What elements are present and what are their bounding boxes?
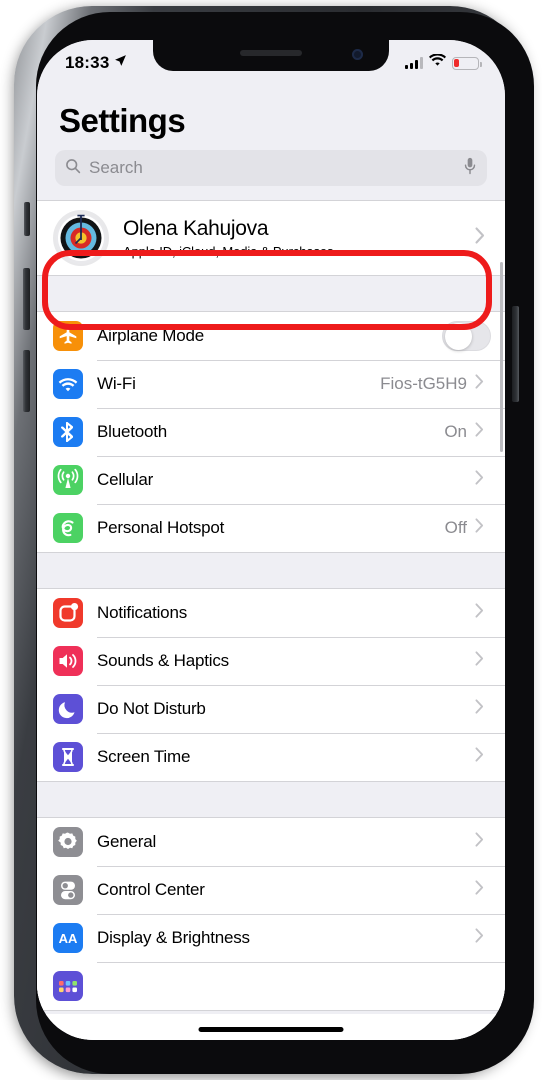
settings-row-control-center[interactable]: Control Center: [37, 866, 505, 914]
front-camera: [352, 49, 363, 60]
moon-icon: [53, 694, 83, 724]
general-group: General Control Center AA Display & Brig…: [37, 817, 505, 1011]
section-gap: [37, 553, 505, 588]
settings-row-label: Airplane Mode: [97, 326, 205, 345]
status-time: 18:33: [65, 53, 110, 72]
chevron-right-icon: [475, 227, 491, 249]
chevron-right-icon: [475, 699, 491, 719]
chevron-right-icon: [475, 518, 491, 538]
volume-up-button[interactable]: [23, 268, 30, 330]
settings-row-label: Screen Time: [97, 747, 191, 766]
volume-down-button[interactable]: [23, 350, 30, 412]
apple-id-group: Olena Kahujova Apple ID, iCloud, Media &…: [37, 200, 505, 276]
chevron-right-icon: [475, 832, 491, 852]
settings-scroll-content[interactable]: Settings Search Olena Kahujova Apple ID,…: [37, 80, 505, 1040]
settings-row-label: General: [97, 832, 157, 851]
earpiece-speaker: [240, 50, 302, 56]
apple-id-row[interactable]: Olena Kahujova Apple ID, iCloud, Media &…: [37, 201, 505, 275]
notifications-group: Notifications Sounds & Haptics Do Not Di…: [37, 588, 505, 782]
settings-row-personal-hotspot[interactable]: Personal Hotspot Off: [37, 504, 505, 552]
scroll-indicator[interactable]: [499, 262, 503, 452]
settings-row-value: Fios-tG5H9: [380, 374, 467, 393]
notch: [153, 40, 389, 71]
settings-row-bluetooth[interactable]: Bluetooth On: [37, 408, 505, 456]
notifications-badge-icon: [53, 598, 83, 628]
apple-id-subtitle: Apple ID, iCloud, Media & Purchases: [123, 244, 334, 259]
speaker-waves-icon: [53, 646, 83, 676]
wifi-icon: [53, 369, 83, 399]
chevron-right-icon: [475, 880, 491, 900]
hourglass-icon: [53, 742, 83, 772]
settings-row-wifi[interactable]: Wi-Fi Fios-tG5H9: [37, 360, 505, 408]
settings-row-partial[interactable]: [37, 962, 505, 1010]
settings-row-label: Notifications: [97, 603, 187, 622]
settings-row-screen-time[interactable]: Screen Time: [37, 733, 505, 781]
settings-row-sounds-haptics[interactable]: Sounds & Haptics: [37, 637, 505, 685]
chevron-right-icon: [475, 422, 491, 442]
status-bar-left: 18:33: [65, 53, 127, 73]
gear-icon: [53, 827, 83, 857]
settings-row-label: Display & Brightness: [97, 928, 250, 947]
settings-row-value: Off: [444, 518, 467, 537]
cellular-signal-icon: [404, 57, 423, 69]
microphone-icon[interactable]: [463, 157, 477, 180]
settings-row-airplane-mode[interactable]: Airplane Mode: [37, 312, 505, 360]
wifi-icon: [429, 53, 446, 72]
chevron-right-icon: [475, 374, 491, 394]
settings-row-label: Sounds & Haptics: [97, 651, 229, 670]
settings-row-display-brightness[interactable]: AA Display & Brightness: [37, 914, 505, 962]
bluetooth-icon: [53, 417, 83, 447]
phone-screen: 18:33 Settings Search Olena Kahujova App…: [37, 40, 505, 1040]
location-arrow-icon: [114, 54, 127, 72]
settings-row-general[interactable]: General: [37, 818, 505, 866]
search-placeholder: Search: [89, 158, 143, 177]
chevron-right-icon: [475, 928, 491, 948]
settings-row-notifications[interactable]: Notifications: [37, 589, 505, 637]
connectivity-group: Airplane Mode Wi-Fi Fios-tG5H9 Bluetooth…: [37, 311, 505, 553]
search-input[interactable]: Search: [55, 150, 487, 186]
control-toggles-icon: [53, 875, 83, 905]
svg-text:AA: AA: [59, 931, 78, 946]
airplane-mode-toggle[interactable]: [442, 321, 491, 351]
page-title: Settings: [59, 102, 186, 139]
hotspot-link-icon: [53, 513, 83, 543]
search-icon: [65, 158, 81, 179]
settings-row-cellular[interactable]: Cellular: [37, 456, 505, 504]
settings-row-label: Control Center: [97, 880, 205, 899]
settings-row-label: Bluetooth: [97, 422, 168, 441]
search-container: Search: [37, 150, 505, 200]
settings-row-label: Do Not Disturb: [97, 699, 206, 718]
settings-row-label: Wi-Fi: [97, 374, 136, 393]
chevron-right-icon: [475, 651, 491, 671]
home-indicator[interactable]: [198, 1027, 344, 1032]
power-button[interactable]: [512, 306, 519, 402]
display-aa-icon: AA: [53, 923, 83, 953]
apple-id-text: Olena Kahujova Apple ID, iCloud, Media &…: [123, 217, 475, 259]
settings-row-do-not-disturb[interactable]: Do Not Disturb: [37, 685, 505, 733]
section-gap: [37, 276, 505, 311]
cellular-antenna-icon: [53, 465, 83, 495]
chevron-right-icon: [475, 470, 491, 490]
archery-target-avatar: [53, 210, 109, 266]
home-screen-grid-icon: [53, 971, 83, 1001]
chevron-right-icon: [475, 747, 491, 767]
status-bar-right: [404, 53, 482, 72]
settings-row-label: Cellular: [97, 470, 154, 489]
airplane-icon: [53, 321, 83, 351]
silent-switch[interactable]: [24, 202, 30, 236]
settings-row-value: On: [444, 422, 467, 441]
battery-low-icon: [452, 56, 482, 70]
apple-id-name: Olena Kahujova: [123, 217, 269, 240]
chevron-right-icon: [475, 603, 491, 623]
settings-row-label: Personal Hotspot: [97, 518, 225, 537]
section-gap: [37, 782, 505, 817]
